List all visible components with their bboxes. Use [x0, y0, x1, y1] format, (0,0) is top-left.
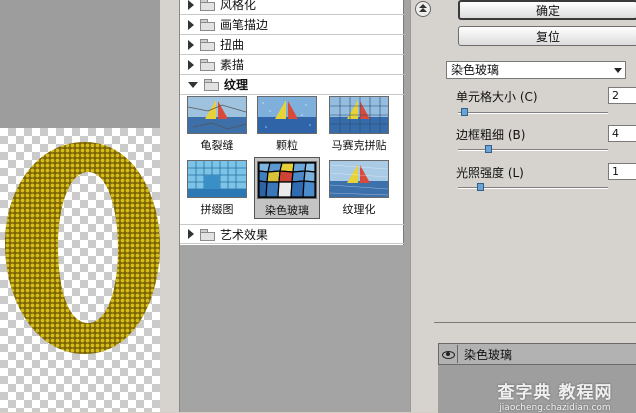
filter-select[interactable]: 染色玻璃: [446, 61, 626, 79]
category-label: 艺术效果: [220, 227, 269, 242]
slider-knob[interactable]: [485, 145, 492, 153]
cell-size-input[interactable]: 2: [608, 87, 636, 104]
grain-thumbnail: [257, 96, 317, 134]
category-label: 扭曲: [220, 38, 245, 52]
site-watermark: 查字典 教程网 jiaocheng.chazidian.com: [480, 378, 630, 413]
category-label: 风格化: [220, 0, 257, 12]
filter-select-value: 染色玻璃: [451, 63, 500, 77]
image-preview[interactable]: [0, 0, 160, 412]
folder-icon: [200, 59, 215, 71]
category-label: 画笔描边: [220, 18, 269, 32]
filter-thumb-mosaic-tiles[interactable]: 马赛克拼贴: [326, 96, 392, 153]
category-artistic[interactable]: 艺术效果: [180, 224, 404, 244]
light-intensity-slider[interactable]: [458, 183, 608, 191]
panel-divider: [410, 0, 434, 412]
expand-arrow-icon: [188, 39, 194, 50]
expand-arrow-icon: [188, 229, 194, 239]
filter-thumb-patchwork[interactable]: 拼缀图: [184, 160, 250, 217]
folder-icon: [200, 228, 215, 241]
category-stylize[interactable]: 风格化: [180, 0, 404, 15]
preview-glyph-zero: [5, 142, 160, 354]
mosaic-tiles-thumbnail: [329, 96, 389, 134]
filter-label: 颗粒: [276, 139, 298, 152]
stained-glass-thumbnail: [257, 161, 317, 199]
effect-layer-row[interactable]: 染色玻璃: [438, 343, 636, 365]
expand-arrow-icon: [188, 0, 194, 10]
slider-knob[interactable]: [461, 108, 468, 116]
light-intensity-input[interactable]: 1: [608, 163, 636, 180]
craquelure-thumbnail: [187, 96, 247, 134]
watermark-title: 查字典 教程网: [497, 383, 613, 403]
filter-label: 马赛克拼贴: [331, 139, 387, 152]
border-thickness-label: 边框粗细 (B): [456, 128, 526, 142]
folder-icon: [200, 39, 215, 51]
filter-thumb-grain[interactable]: 颗粒: [254, 96, 320, 153]
dropdown-arrow-icon: [614, 68, 622, 73]
filter-thumb-craquelure[interactable]: 龟裂缝: [184, 96, 250, 153]
filter-label: 龟裂缝: [200, 139, 234, 152]
collapse-gallery-icon[interactable]: [415, 1, 431, 17]
border-thickness-slider[interactable]: [458, 145, 608, 153]
filter-label: 拼缀图: [200, 203, 234, 216]
filter-tree: 风格化 画笔描边 扭曲 素描 纹理 龟裂缝 颗粒 马赛克拼贴 拼缀图 染色玻璃 …: [180, 0, 404, 245]
category-sketch[interactable]: 素描: [180, 55, 404, 75]
texturizer-thumbnail: [329, 160, 389, 198]
ok-button[interactable]: 确定: [458, 0, 636, 20]
folder-icon: [200, 19, 215, 31]
effect-layer-name: 染色玻璃: [464, 347, 513, 362]
filter-thumb-texturizer[interactable]: 纹理化: [326, 160, 392, 217]
category-brush-strokes[interactable]: 画笔描边: [180, 15, 404, 35]
expand-arrow-icon: [188, 59, 194, 70]
expand-arrow-icon: [188, 19, 194, 30]
slider-knob[interactable]: [477, 183, 484, 191]
category-label: 素描: [220, 58, 245, 72]
filter-thumb-stained-glass[interactable]: 染色玻璃: [254, 157, 320, 219]
collapse-arrow-icon: [188, 81, 198, 88]
filter-gallery-column: 风格化 画笔描边 扭曲 素描 纹理 龟裂缝 颗粒 马赛克拼贴 拼缀图 染色玻璃 …: [160, 0, 410, 412]
cell-size-slider[interactable]: [458, 108, 608, 116]
folder-open-icon: [204, 79, 219, 91]
filter-label: 染色玻璃: [265, 204, 309, 217]
cell-size-label: 单元格大小 (C): [456, 90, 538, 104]
tree-scrollbar[interactable]: [160, 0, 180, 412]
category-texture[interactable]: 纹理: [180, 75, 404, 95]
reset-button[interactable]: 复位: [458, 26, 636, 46]
border-thickness-input[interactable]: 4: [608, 125, 636, 142]
filter-label: 纹理化: [342, 203, 376, 216]
category-label: 纹理: [224, 78, 249, 92]
patchwork-thumbnail: [187, 160, 247, 198]
category-distort[interactable]: 扭曲: [180, 35, 404, 55]
folder-icon: [200, 0, 215, 11]
eye-icon[interactable]: [439, 345, 458, 363]
light-intensity-label: 光照强度 (L): [456, 166, 524, 180]
